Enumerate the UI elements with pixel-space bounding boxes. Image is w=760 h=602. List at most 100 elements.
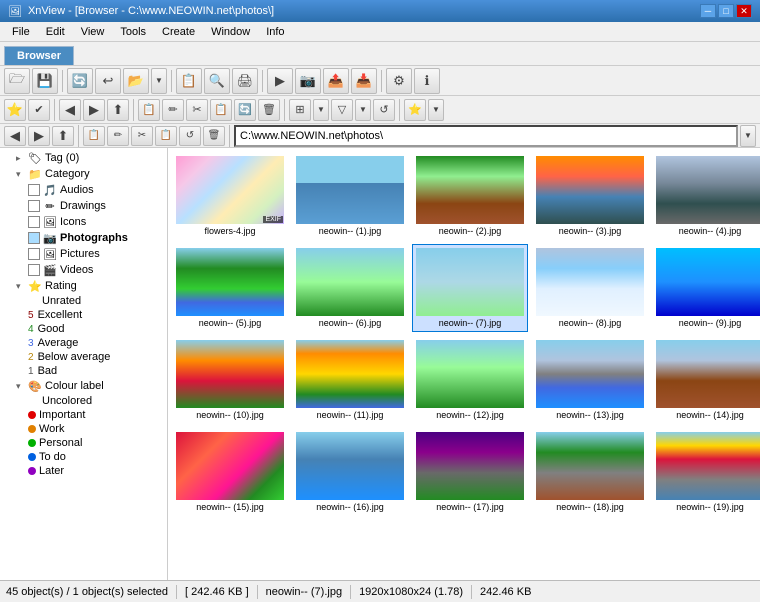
menu-file[interactable]: File [4,24,38,40]
thumbnail-item[interactable]: neowin-- (2).jpg [412,152,528,240]
thumbnail-item[interactable]: neowin-- (7).jpg [412,244,528,332]
thumbnail-item[interactable]: neowin-- (17).jpg [412,428,528,516]
audios-checkbox[interactable] [28,184,40,196]
settings-button[interactable]: ⚙ [386,68,412,94]
toolbar2-copy2[interactable]: 📋 [138,99,160,121]
sidebar-item-uncolored[interactable]: Uncolored [0,394,167,408]
toolbar2-delete[interactable]: 🗑 [258,99,280,121]
thumbnail-item[interactable]: neowin-- (19).jpg [652,428,760,516]
back-button[interactable]: ↩ [95,68,121,94]
toolbar2-nav-prev[interactable]: ◀ [59,99,81,121]
thumbnail-item[interactable]: neowin-- (15).jpg [172,428,288,516]
sidebar-item-important[interactable]: Important [0,408,167,422]
nav-cut[interactable]: ✂ [131,126,153,146]
menu-create[interactable]: Create [154,24,203,40]
nav-forward[interactable]: ▶ [28,126,50,146]
toolbar2-filter[interactable]: ▽ [331,99,353,121]
view-dropdown[interactable]: ▼ [313,99,329,121]
sidebar-item-colour-label[interactable]: ▾ 🎨 Colour label [0,378,167,394]
thumbnail-item[interactable]: neowin-- (3).jpg [532,152,648,240]
toolbar2-rotate[interactable]: 🔄 [234,99,256,121]
bookmark-dropdown[interactable]: ▼ [428,99,444,121]
toolbar2-check-button[interactable]: ✔ [28,99,50,121]
sidebar-item-todo[interactable]: To do [0,450,167,464]
copy-button[interactable]: 📋 [176,68,202,94]
nav-back[interactable]: ◀ [4,126,26,146]
save-button[interactable]: 💾 [32,68,58,94]
photographs-checkbox[interactable] [28,232,40,244]
sidebar-item-rating[interactable]: ▾ ⭐ Rating [0,278,167,294]
sidebar-item-tag[interactable]: ▸ 🏷 Tag (0) [0,150,167,166]
thumbnail-item[interactable]: neowin-- (9).jpg [652,244,760,332]
minimize-button[interactable]: ─ [700,4,716,18]
thumbnail-item[interactable]: neowin-- (13).jpg [532,336,648,424]
sidebar-item-videos[interactable]: 🎬 Videos [0,262,167,278]
browse-dropdown[interactable]: ▼ [151,68,167,94]
sidebar-item-unrated[interactable]: Unrated [0,294,167,308]
slideshow-button[interactable]: ▶ [267,68,293,94]
download-button[interactable]: 📥 [351,68,377,94]
sidebar-item-category[interactable]: ▾ 📁 Category [0,166,167,182]
sidebar-item-below-average[interactable]: 2 Below average [0,350,167,364]
thumbnail-item[interactable]: neowin-- (14).jpg [652,336,760,424]
thumbnail-item[interactable]: neowin-- (8).jpg [532,244,648,332]
icons-checkbox[interactable] [28,216,40,228]
nav-paste[interactable]: 📋 [155,126,177,146]
toolbar2-grid[interactable]: ⊞ [289,99,311,121]
sidebar-item-personal[interactable]: Personal [0,436,167,450]
filter-dropdown[interactable]: ▼ [355,99,371,121]
open-folder-button[interactable]: 🗁 [4,68,30,94]
info-button[interactable]: ℹ [414,68,440,94]
maximize-button[interactable]: □ [718,4,734,18]
menu-view[interactable]: View [73,24,113,40]
toolbar2-nav-next[interactable]: ▶ [83,99,105,121]
browse-button[interactable]: 📂 [123,68,149,94]
thumbnail-item[interactable]: neowin-- (6).jpg [292,244,408,332]
videos-checkbox[interactable] [28,264,40,276]
pictures-checkbox[interactable] [28,248,40,260]
toolbar2-paste[interactable]: 📋 [210,99,232,121]
thumbnail-item[interactable]: neowin-- (5).jpg [172,244,288,332]
nav-edit[interactable]: ✏ [107,126,129,146]
nav-rotate[interactable]: ↺ [179,126,201,146]
nav-copy[interactable]: 📋 [83,126,105,146]
thumbnail-item[interactable]: neowin-- (11).jpg [292,336,408,424]
path-bar[interactable]: C:\www.NEOWIN.net\photos\ [234,125,738,147]
sidebar-item-bad[interactable]: 1 Bad [0,364,167,378]
toolbar2-star-button[interactable]: ⭐ [4,99,26,121]
nav-up[interactable]: ⬆ [52,126,74,146]
sidebar-item-later[interactable]: Later [0,464,167,478]
menu-window[interactable]: Window [203,24,258,40]
browser-tab[interactable]: Browser [4,46,74,65]
close-button[interactable]: ✕ [736,4,752,18]
toolbar2-bookmark[interactable]: ⭐ [404,99,426,121]
sidebar-item-excellent[interactable]: 5 Excellent [0,308,167,322]
sidebar-item-good[interactable]: 4 Good [0,322,167,336]
toolbar2-up[interactable]: ⬆ [107,99,129,121]
sidebar-item-audios[interactable]: 🎵 Audios [0,182,167,198]
toolbar2-cut[interactable]: ✂ [186,99,208,121]
sidebar-item-drawings[interactable]: ✏ Drawings [0,198,167,214]
menu-info[interactable]: Info [258,24,292,40]
upload-button[interactable]: 📤 [323,68,349,94]
thumbnail-item[interactable]: neowin-- (1).jpg [292,152,408,240]
sidebar-item-work[interactable]: Work [0,422,167,436]
path-dropdown[interactable]: ▼ [740,125,756,147]
sidebar-item-average[interactable]: 3 Average [0,336,167,350]
nav-delete[interactable]: 🗑 [203,126,225,146]
menu-edit[interactable]: Edit [38,24,73,40]
search-button[interactable]: 🔍 [204,68,230,94]
drawings-checkbox[interactable] [28,200,40,212]
thumbnail-item[interactable]: neowin-- (4).jpg [652,152,760,240]
thumbnail-item[interactable]: neowin-- (12).jpg [412,336,528,424]
thumbnail-item[interactable]: EXIFflowers-4.jpg [172,152,288,240]
sidebar-item-photographs[interactable]: 📷 Photographs [0,230,167,246]
thumbnail-item[interactable]: neowin-- (18).jpg [532,428,648,516]
menu-tools[interactable]: Tools [112,24,154,40]
refresh-button[interactable]: 🔄 [67,68,93,94]
camera-button[interactable]: 📷 [295,68,321,94]
sidebar-item-icons[interactable]: 🖼 Icons [0,214,167,230]
toolbar2-refresh2[interactable]: ↺ [373,99,395,121]
thumbnail-item[interactable]: neowin-- (10).jpg [172,336,288,424]
print-button[interactable]: 🖨 [232,68,258,94]
